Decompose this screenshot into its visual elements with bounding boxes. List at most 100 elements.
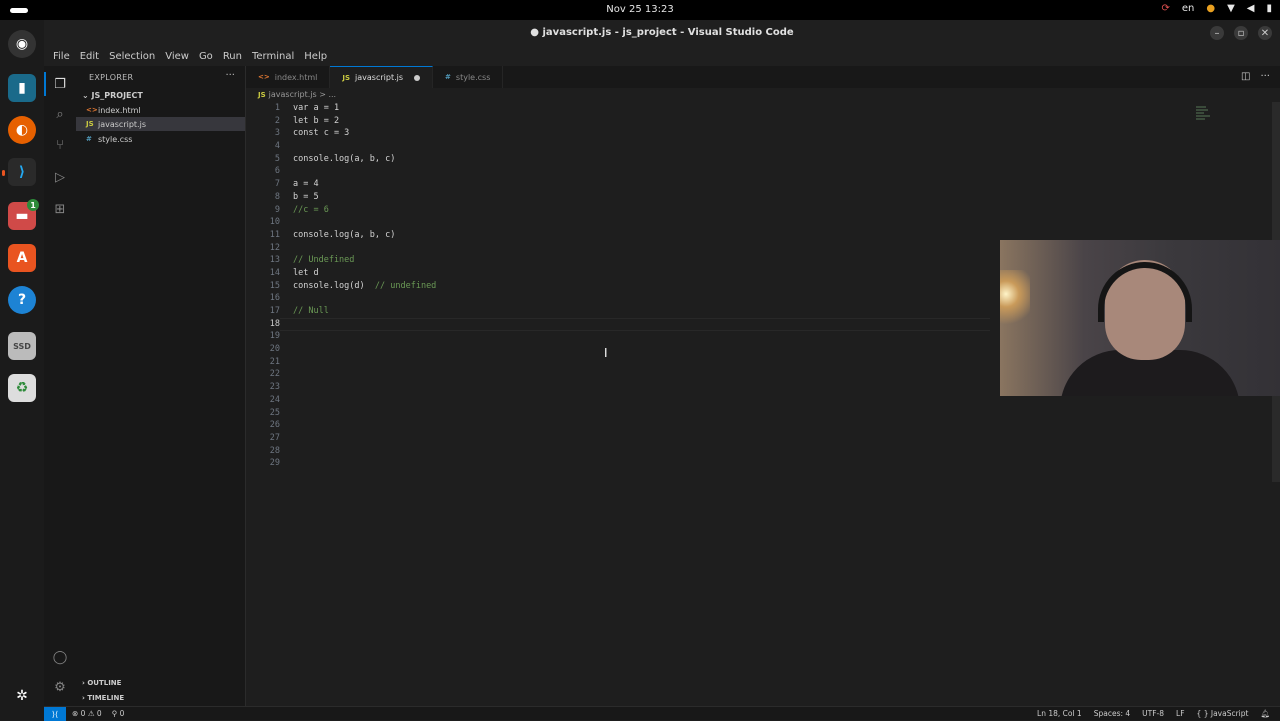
source-control-icon[interactable]: ⑂ <box>51 136 69 154</box>
line-number: 23 <box>269 382 280 393</box>
file-item-style-css[interactable]: # style.css <box>76 132 245 146</box>
code-line[interactable] <box>293 381 436 394</box>
more-actions-icon[interactable]: ··· <box>1260 71 1270 82</box>
code-line[interactable] <box>293 330 436 343</box>
minimap[interactable] <box>1196 106 1214 122</box>
outline-section[interactable]: › OUTLINE <box>82 679 121 687</box>
obs-app-icon[interactable]: ◉ <box>8 30 36 58</box>
code-line[interactable] <box>293 292 436 305</box>
breadcrumb-rest[interactable]: > ... <box>319 90 336 99</box>
menu-file[interactable]: File <box>48 51 75 62</box>
indentation[interactable]: Spaces: 4 <box>1094 709 1130 718</box>
breadcrumb[interactable]: JS javascript.js > ... <box>258 90 336 99</box>
code-line[interactable] <box>293 242 436 255</box>
code-content[interactable]: var a = 1 let b = 2 const c = 3 console.log… <box>293 102 436 470</box>
cursor-position[interactable]: Ln 18, Col 1 <box>1037 709 1082 718</box>
menu-edit[interactable]: Edit <box>75 51 104 62</box>
microphone-icon[interactable]: ● <box>1206 3 1215 15</box>
code-line[interactable] <box>293 419 436 432</box>
search-icon[interactable]: ⌕ <box>51 105 69 123</box>
more-actions-icon[interactable]: ··· <box>225 70 235 81</box>
file-item-index-html[interactable]: <> index.html <box>76 103 245 117</box>
code-line[interactable] <box>293 140 436 153</box>
system-tray[interactable]: ⟳ en ● ▼ ◀ ▮ <box>1161 3 1272 15</box>
code-line[interactable] <box>293 216 436 229</box>
code-line[interactable] <box>293 318 436 331</box>
code-line[interactable]: console.log(d) // undefined <box>293 280 436 293</box>
end-of-line[interactable]: LF <box>1176 709 1185 718</box>
window-title-bar: ● javascript.js - js_project - Visual St… <box>44 20 1280 46</box>
code-line[interactable] <box>293 343 436 356</box>
code-line[interactable]: const c = 3 <box>293 127 436 140</box>
project-folder[interactable]: ⌄ JS_PROJECT <box>82 91 143 100</box>
disk-app-icon[interactable]: SSD <box>8 332 36 360</box>
encoding[interactable]: UTF-8 <box>1142 709 1164 718</box>
wifi-icon[interactable]: ▼ <box>1227 3 1235 15</box>
breadcrumb-file[interactable]: javascript.js <box>269 90 317 99</box>
language-mode[interactable]: { } JavaScript <box>1197 709 1249 718</box>
menu-go[interactable]: Go <box>194 51 218 62</box>
bell-icon[interactable]: 🔔︎ <box>1260 709 1270 718</box>
menu-run[interactable]: Run <box>218 51 247 62</box>
code-line[interactable] <box>293 407 436 420</box>
code-line[interactable] <box>293 368 436 381</box>
code-line[interactable] <box>293 445 436 458</box>
app-center-icon[interactable]: A <box>8 244 36 272</box>
menu-selection[interactable]: Selection <box>104 51 160 62</box>
firefox-app-icon[interactable]: ◐ <box>8 116 36 144</box>
code-line[interactable]: // Undefined <box>293 254 436 267</box>
language-indicator[interactable]: en <box>1182 3 1195 15</box>
code-line[interactable] <box>293 432 436 445</box>
help-app-icon[interactable]: ? <box>8 286 36 314</box>
menu-terminal[interactable]: Terminal <box>247 51 299 62</box>
tab-javascript-js[interactable]: JS javascript.js <box>330 66 434 88</box>
screen-recorder-app-icon[interactable]: ▮ <box>8 74 36 102</box>
menu-view[interactable]: View <box>160 51 194 62</box>
file-item-javascript-js[interactable]: JS javascript.js <box>76 117 245 131</box>
trash-app-icon[interactable]: ♻ <box>8 374 36 402</box>
close-icon[interactable]: ✕ <box>1258 26 1272 40</box>
volume-icon[interactable]: ◀ <box>1247 3 1255 15</box>
code-line[interactable]: let b = 2 <box>293 115 436 128</box>
code-editor[interactable]: 1 2 3 4 5 6 7 8 9 10 11 12 13 14 15 16 17 18 19 20 21 22 23 24 2… <box>246 102 1280 706</box>
explorer-icon[interactable]: ❐ <box>51 75 69 93</box>
files-app-icon[interactable]: ▬ 1 <box>8 199 39 230</box>
line-number: 14 <box>269 267 280 278</box>
update-icon[interactable]: ⟳ <box>1161 3 1169 15</box>
show-apps-icon[interactable]: ✲ <box>8 682 36 710</box>
code-line[interactable] <box>293 165 436 178</box>
minimize-icon[interactable]: – <box>1210 26 1224 40</box>
code-line[interactable] <box>293 394 436 407</box>
code-line[interactable] <box>293 457 436 470</box>
maximize-icon[interactable]: ▫ <box>1234 26 1248 40</box>
html-file-icon: <> <box>86 106 98 114</box>
code-line[interactable]: var a = 1 <box>293 102 436 115</box>
battery-icon[interactable]: ▮ <box>1266 3 1272 15</box>
account-icon[interactable]: ◯ <box>51 648 69 666</box>
code-line[interactable]: b = 5 <box>293 191 436 204</box>
line-number: 16 <box>269 293 280 304</box>
code-line[interactable]: a = 4 <box>293 178 436 191</box>
problems-indicator[interactable]: ⊗ 0 ⚠ 0 <box>72 709 102 718</box>
gear-icon[interactable]: ⚙ <box>51 678 69 696</box>
code-line[interactable]: let d <box>293 267 436 280</box>
vscode-app-icon[interactable]: ⟩ <box>8 158 36 186</box>
unsaved-dot-icon[interactable] <box>414 74 421 81</box>
line-number: 24 <box>269 394 280 405</box>
run-debug-icon[interactable]: ▷ <box>51 168 69 186</box>
code-line[interactable]: // Null <box>293 305 436 318</box>
timeline-section[interactable]: › TIMELINE <box>82 694 124 702</box>
code-line[interactable]: //c = 6 <box>293 204 436 217</box>
code-line[interactable]: console.log(a, b, c) <box>293 153 436 166</box>
code-line[interactable]: console.log(a, b, c) <box>293 229 436 242</box>
tab-style-css[interactable]: # style.css <box>433 66 504 88</box>
code-line[interactable] <box>293 356 436 369</box>
system-clock[interactable]: Nov 25 13:23 <box>0 4 1280 15</box>
js-file-icon: JS <box>258 91 266 99</box>
remote-indicator-icon[interactable]: ⟩⟨ <box>44 707 66 721</box>
extensions-icon[interactable]: ⊞ <box>51 200 69 218</box>
ports-indicator[interactable]: ⚲ 0 <box>112 709 125 718</box>
tab-index-html[interactable]: <> index.html <box>246 66 331 88</box>
split-editor-icon[interactable]: ◫ <box>1241 71 1250 82</box>
menu-help[interactable]: Help <box>299 51 332 62</box>
